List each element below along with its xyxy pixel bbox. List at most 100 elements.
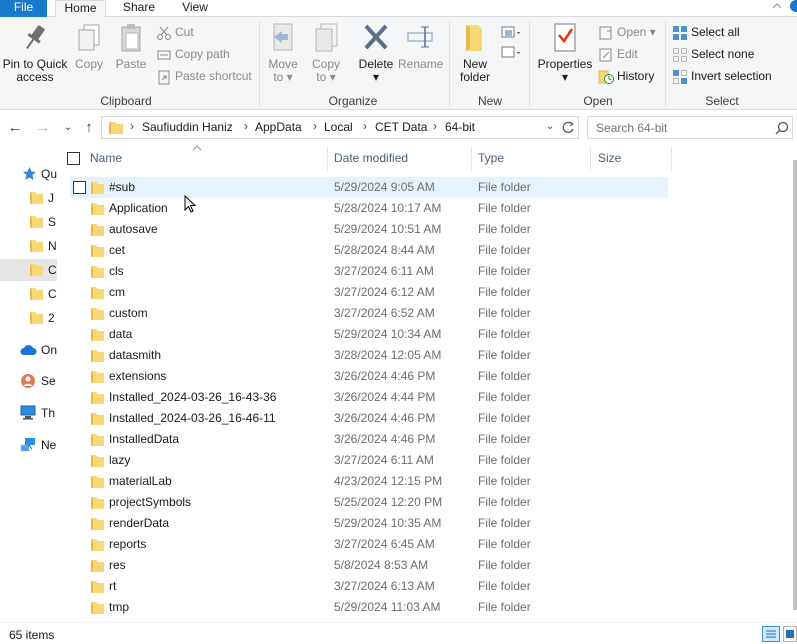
breadcrumb-separator-icon[interactable]: › <box>433 119 437 133</box>
table-row[interactable]: Application 5/28/2024 10:17 AM File folder <box>70 198 668 219</box>
copy-button[interactable]: Copy <box>72 21 106 71</box>
select-all-checkbox[interactable] <box>67 152 80 165</box>
table-row[interactable]: projectSymbols 5/25/2024 12:20 PM File fol… <box>70 492 668 513</box>
table-row[interactable]: data 5/29/2024 10:34 AM File folder <box>70 324 668 345</box>
file-name[interactable]: res <box>109 558 126 572</box>
file-name[interactable]: cm <box>109 285 125 299</box>
large-icons-view-button[interactable] <box>783 626 797 642</box>
file-name[interactable]: datasmith <box>109 348 161 362</box>
column-divider[interactable] <box>590 147 591 171</box>
scrollbar-thumb[interactable] <box>793 160 797 610</box>
details-view-button[interactable] <box>762 626 780 642</box>
address-dropdown-chevron-icon[interactable]: ⌄ <box>546 121 554 132</box>
file-name[interactable]: renderData <box>109 516 169 530</box>
nav-item-folder[interactable]: J <box>0 187 57 209</box>
nav-item-folder[interactable]: C <box>0 259 57 281</box>
column-header-type[interactable]: Type <box>478 149 593 171</box>
tab-home[interactable]: Home <box>55 0 106 18</box>
table-row[interactable]: tmp 5/29/2024 11:03 AM File folder <box>70 597 668 618</box>
file-name[interactable]: rt <box>109 579 116 593</box>
file-name[interactable]: custom <box>109 306 148 320</box>
breadcrumb-item[interactable]: 64-bit <box>445 120 475 134</box>
nav-item-network[interactable]: Ne <box>0 434 57 456</box>
table-row[interactable]: cls 3/27/2024 6:11 AM File folder <box>70 261 668 282</box>
delete-button[interactable]: Delete ▾ <box>356 21 396 84</box>
table-row[interactable]: renderData 5/29/2024 10:35 AM File folder <box>70 513 668 534</box>
file-name[interactable]: lazy <box>109 453 130 467</box>
file-name[interactable]: cls <box>109 264 124 278</box>
table-row[interactable]: autosave 5/29/2024 10:51 AM File folder <box>70 219 668 240</box>
cut-button[interactable]: Cut <box>156 23 194 43</box>
table-row[interactable]: Installed_2024-03-26_16-43-36 3/26/2024 4… <box>70 387 668 408</box>
file-name[interactable]: reports <box>109 537 146 551</box>
table-row[interactable]: rt 3/27/2024 6:13 AM File folder <box>70 576 668 597</box>
recent-locations-chevron-icon[interactable]: ⌄ <box>59 119 77 137</box>
back-arrow-icon[interactable]: ← <box>6 119 24 137</box>
file-name[interactable]: Application <box>109 201 168 215</box>
select-none-button[interactable]: Select none <box>672 45 754 65</box>
search-input[interactable] <box>596 120 766 136</box>
file-name[interactable]: extensions <box>109 369 166 383</box>
table-row[interactable]: cet 5/28/2024 8:44 AM File folder <box>70 240 668 261</box>
table-row[interactable]: res 5/8/2024 8:53 AM File folder <box>70 555 668 576</box>
history-button[interactable]: History <box>598 67 654 87</box>
table-row[interactable]: extensions 3/26/2024 4:46 PM File folder <box>70 366 668 387</box>
up-arrow-icon[interactable]: ↑ <box>80 119 98 137</box>
rename-button[interactable]: Rename <box>398 21 443 71</box>
nav-item-quick-access[interactable]: Qu <box>0 163 57 185</box>
search-box[interactable] <box>587 116 793 139</box>
pin-to-quick-access-button[interactable]: Pin to Quick access <box>2 21 68 84</box>
breadcrumb-item[interactable]: AppData <box>255 120 302 134</box>
table-row[interactable]: materialLab 4/23/2024 12:15 PM File folder <box>70 471 668 492</box>
table-row[interactable]: datasmith 3/28/2024 12:05 AM File folder <box>70 345 668 366</box>
forward-arrow-icon[interactable]: → <box>34 119 52 137</box>
breadcrumb-item[interactable]: Saufiuddin Haniz <box>142 120 233 134</box>
table-row[interactable]: custom 3/27/2024 6:52 AM File folder <box>70 303 668 324</box>
breadcrumb-item[interactable]: CET Data <box>375 120 427 134</box>
breadcrumb-item[interactable]: Local <box>324 120 353 134</box>
tab-view[interactable]: View <box>172 0 218 17</box>
breadcrumb-separator-icon[interactable]: › <box>363 119 367 133</box>
breadcrumb-separator-icon[interactable]: › <box>130 119 134 133</box>
nav-item-folder[interactable]: C <box>0 283 57 305</box>
select-all-button[interactable]: Select all <box>672 23 740 43</box>
new-item-icon[interactable] <box>498 25 524 65</box>
column-header-size[interactable]: Size <box>598 149 668 171</box>
column-header-date-modified[interactable]: Date modified <box>334 149 472 171</box>
file-name[interactable]: materialLab <box>109 474 172 488</box>
table-row[interactable]: cm 3/27/2024 6:12 AM File folder <box>70 282 668 303</box>
column-divider[interactable] <box>471 147 472 171</box>
table-row[interactable]: #sub 5/29/2024 9:05 AM File folder <box>70 177 668 198</box>
file-name[interactable]: Installed_2024-03-26_16-46-11 <box>109 411 276 425</box>
table-row[interactable]: Installed_2024-03-26_16-46-11 3/26/2024 4… <box>70 408 668 429</box>
table-row[interactable]: InstalledData 3/26/2024 4:46 PM File folde… <box>70 429 668 450</box>
breadcrumb-separator-icon[interactable]: › <box>313 119 317 133</box>
paste-button[interactable]: Paste <box>114 21 148 71</box>
file-name[interactable]: data <box>109 327 132 341</box>
table-row[interactable]: reports 3/27/2024 6:45 AM File folder <box>70 534 668 555</box>
file-name[interactable]: Installed_2024-03-26_16-43-36 <box>109 390 276 404</box>
file-name[interactable]: autosave <box>109 222 158 236</box>
file-name[interactable]: #sub <box>109 180 135 194</box>
new-folder-button[interactable]: New folder <box>455 21 495 84</box>
copy-path-button[interactable]: Copy path <box>156 45 230 65</box>
edit-button[interactable]: Edit <box>598 45 638 65</box>
nav-item-folder[interactable]: N <box>0 235 57 257</box>
move-to-button[interactable]: Move to ▾ <box>265 21 301 84</box>
help-icon[interactable] <box>789 0 797 14</box>
nav-item-onedrive[interactable]: On <box>0 339 57 361</box>
paste-shortcut-button[interactable]: Paste shortcut <box>156 67 252 87</box>
tab-file[interactable]: File <box>0 0 47 17</box>
refresh-icon[interactable] <box>561 120 576 136</box>
nav-item-folder[interactable]: 2 <box>0 307 57 329</box>
search-icon[interactable] <box>775 121 789 135</box>
file-name[interactable]: cet <box>109 243 125 257</box>
copy-to-button[interactable]: Copy to ▾ <box>308 21 344 84</box>
open-button[interactable]: Open ▾ <box>598 23 656 43</box>
properties-button[interactable]: Properties ▾ <box>536 21 594 84</box>
column-divider[interactable] <box>671 147 672 171</box>
file-name[interactable]: tmp <box>109 600 129 614</box>
file-name[interactable]: InstalledData <box>109 432 179 446</box>
file-name[interactable]: projectSymbols <box>109 495 191 509</box>
invert-selection-button[interactable]: Invert selection <box>672 67 772 87</box>
